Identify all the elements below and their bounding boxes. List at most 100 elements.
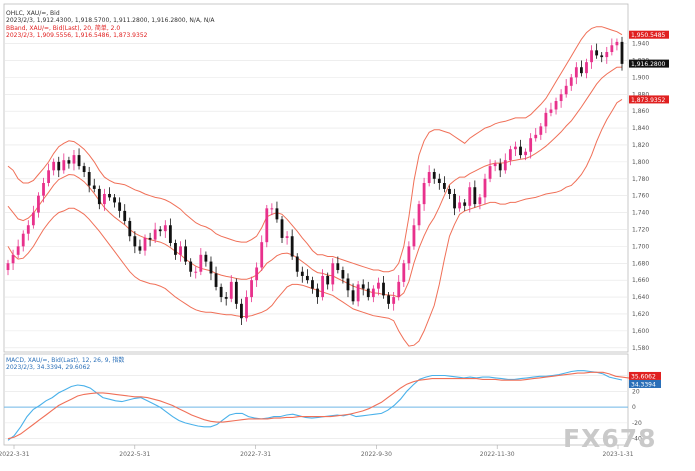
candle-up <box>468 187 472 206</box>
time-label: 2022-7-31 <box>240 451 271 458</box>
macd-line <box>7 370 623 441</box>
price-marker-label: 1,873.9352 <box>631 97 666 104</box>
watermark: FX678 <box>563 424 657 453</box>
price-marker-label: 1,950.5485 <box>631 32 666 39</box>
candle-down <box>442 183 446 189</box>
candle-up <box>371 288 375 298</box>
candle-down <box>234 281 238 304</box>
price-grid <box>3 3 629 353</box>
candle-up <box>503 160 507 171</box>
candle-up <box>47 170 51 183</box>
candle-up <box>549 109 553 113</box>
candle-up <box>529 138 533 152</box>
bb-middle-line <box>7 66 623 298</box>
candle-down <box>290 236 294 257</box>
candle-up <box>483 178 487 198</box>
macd-values: 2023/2/3, 34.3394, 29.6062 <box>6 364 91 371</box>
candle-up <box>493 163 497 167</box>
candle-up <box>356 284 360 302</box>
bband-line: BBand, XAU/=, Bid(Last), 20, 简单, 2.0 <box>6 25 121 32</box>
candle-up <box>199 254 203 272</box>
candle-down <box>498 163 502 171</box>
candle-down <box>275 208 279 220</box>
candle-down <box>473 187 477 205</box>
price-tick-label: 1,820 <box>632 142 649 149</box>
candle-down <box>316 288 319 298</box>
candle-up <box>255 267 259 281</box>
candle-up <box>194 271 198 273</box>
candle-up <box>270 208 274 210</box>
bb-lower-line <box>7 98 623 347</box>
candle-down <box>311 280 314 289</box>
main-panel-frame <box>3 3 629 353</box>
macd-marker-label: 35.6062 <box>631 373 656 380</box>
candle-down <box>77 155 81 167</box>
candle-up <box>250 280 253 298</box>
price-tick-label: 1,580 <box>632 345 649 352</box>
price-tick-label: 1,640 <box>632 294 649 301</box>
candle-up <box>590 50 593 63</box>
candle-down <box>336 263 340 271</box>
candle-up <box>544 112 548 127</box>
candle-up <box>72 155 76 164</box>
candle-down <box>600 55 604 58</box>
candle-up <box>422 183 426 205</box>
candle-up <box>31 212 35 226</box>
candle-down <box>184 246 188 262</box>
candle-down <box>620 41 624 64</box>
candle-up <box>585 62 588 74</box>
candle-up <box>163 225 167 232</box>
candle-down <box>113 197 116 203</box>
candle-down <box>148 237 152 240</box>
price-tick-label: 1,660 <box>632 277 649 284</box>
candle-down <box>366 288 370 298</box>
price-tick-label: 1,680 <box>632 260 649 267</box>
candle-down <box>453 193 456 209</box>
macd-panel-frame <box>3 353 629 446</box>
candle-down <box>519 146 522 156</box>
candle-up <box>62 160 66 171</box>
candle-down <box>133 236 137 247</box>
candle-up <box>52 161 56 171</box>
candle-up <box>488 166 492 179</box>
candle-down <box>214 273 218 287</box>
candle-down <box>361 284 365 289</box>
candle-up <box>245 297 248 319</box>
candle-up <box>153 229 157 240</box>
candle-up <box>605 52 609 58</box>
candle-up <box>559 94 563 102</box>
candle-up <box>265 208 269 243</box>
candle-up <box>103 193 106 205</box>
time-label: 2022-5-31 <box>119 451 150 458</box>
candle-down <box>118 202 122 211</box>
price-tick-label: 1,900 <box>632 74 649 81</box>
candle-down <box>92 185 96 189</box>
price-marker-label: 1,916.2800 <box>631 61 666 68</box>
candle-down <box>463 202 467 206</box>
candle-up <box>417 204 421 226</box>
candle-down <box>351 290 355 302</box>
time-label: 2022-11-30 <box>480 451 515 458</box>
candle-down <box>305 275 309 281</box>
candle-down <box>346 278 350 291</box>
macd-line: MACD, XAU/=, Bid(Last), 12, 26, 9, 指数 <box>6 357 125 364</box>
candle-up <box>392 297 396 304</box>
candle-down <box>432 172 436 179</box>
candle-down <box>108 193 111 198</box>
candle-down <box>189 261 193 272</box>
candle-down <box>448 188 451 194</box>
price-tick-label: 1,700 <box>632 243 649 250</box>
macd-marker-label: 34.3394 <box>631 381 656 388</box>
candle-up <box>285 236 289 238</box>
price-tick-label: 1,800 <box>632 159 649 166</box>
candle-down <box>224 297 228 299</box>
price-tick-label: 1,840 <box>632 125 649 132</box>
candle-up <box>179 246 182 255</box>
candle-up <box>427 172 431 183</box>
bband-values: 2023/2/3, 1,909.5556, 1,916.5486, 1,873.… <box>6 32 148 39</box>
candle-down <box>128 221 132 237</box>
candle-up <box>16 246 20 255</box>
candle-down <box>204 254 208 262</box>
candle-up <box>569 77 573 86</box>
candle-up <box>412 225 416 247</box>
